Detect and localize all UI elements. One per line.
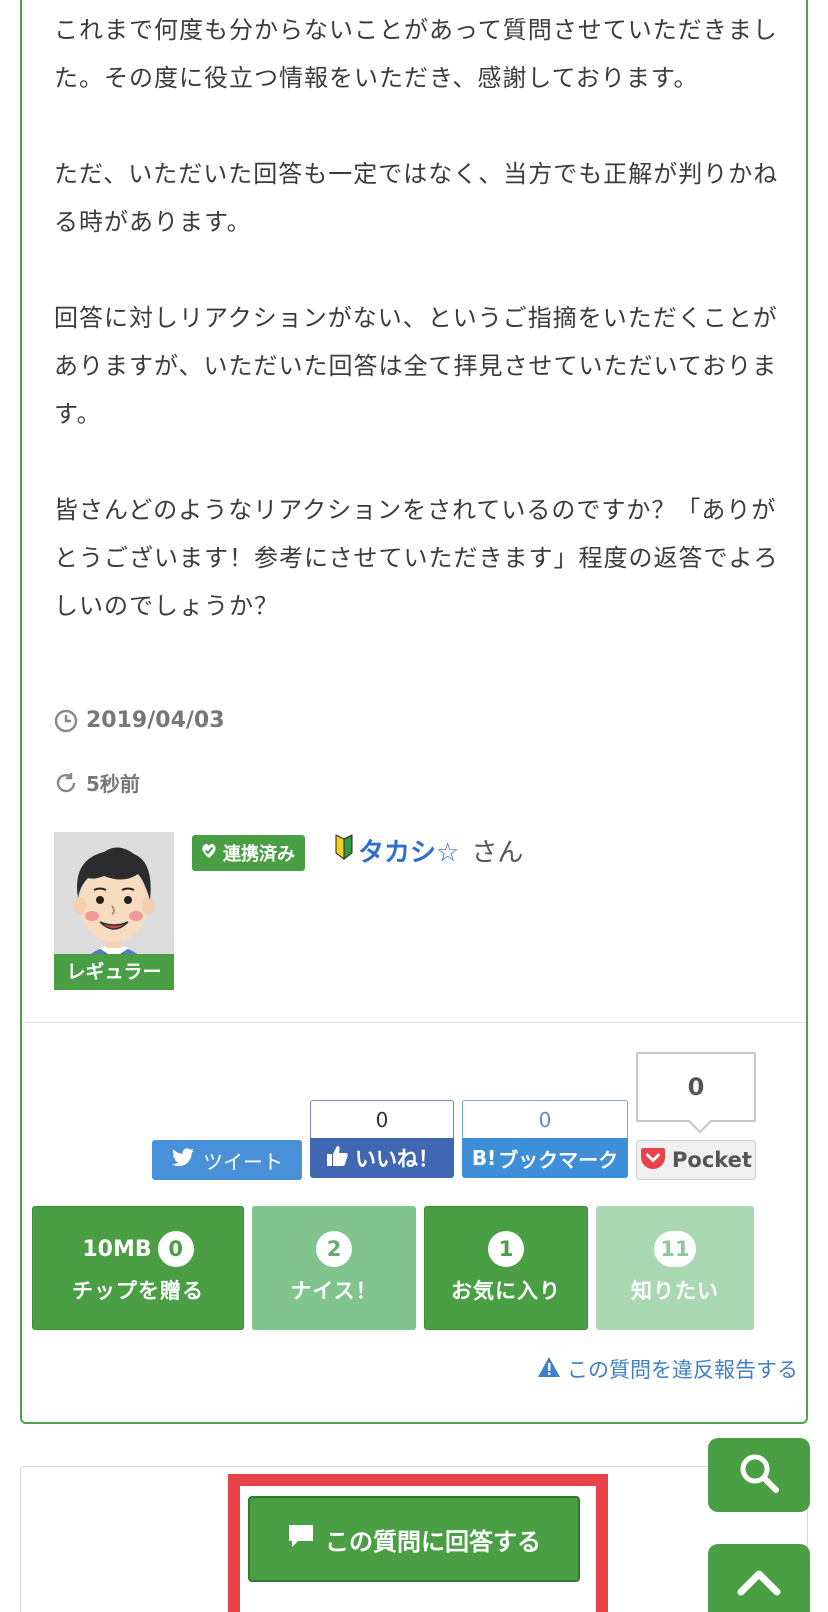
want-to-know-count: 11 [654, 1231, 696, 1267]
pocket-button[interactable]: Pocket [636, 1140, 756, 1180]
clock-icon [54, 709, 78, 733]
beginner-mark-icon [334, 833, 354, 868]
like-button[interactable]: いいね！ [310, 1138, 454, 1178]
pocket-widget: 0 Pocket [636, 1052, 756, 1180]
warning-icon [537, 1356, 561, 1383]
question-body: これまで何度も分からないことがあって質問させていただきました。その度に役立つ情報… [54, 6, 784, 630]
hatena-b-mark: B! [471, 1146, 497, 1170]
pocket-label: Pocket [672, 1148, 752, 1172]
twitter-bird-icon [171, 1147, 195, 1173]
favorite-count: 1 [488, 1231, 524, 1267]
scroll-top-fab[interactable] [708, 1544, 810, 1612]
rank-badge: レギュラー [54, 954, 174, 990]
linked-badge: 連携済み [192, 835, 305, 871]
want-to-know-label: 知りたい [631, 1279, 719, 1303]
hatena-label: ブックマーク [498, 1147, 619, 1172]
chevron-up-icon [735, 1566, 783, 1602]
hatena-count: 0 [462, 1100, 628, 1138]
search-fab[interactable] [708, 1438, 810, 1512]
tweet-button[interactable]: ツイート [152, 1140, 302, 1180]
speech-bubble-icon [287, 1523, 315, 1555]
tweet-label: ツイート [203, 1149, 283, 1174]
pocket-count: 0 [636, 1052, 756, 1122]
tip-count: 0 [157, 1231, 194, 1267]
thumbs-up-icon [325, 1144, 349, 1173]
refresh-icon [54, 771, 78, 795]
report-label: この質問を違反報告する [567, 1358, 798, 1382]
nice-button[interactable]: 2 ナイス！ [252, 1206, 416, 1330]
linked-badge-text: 連携済み [223, 844, 295, 865]
nice-count: 2 [316, 1231, 352, 1267]
question-paragraph-3: 回答に対しリアクションがない、というご指摘をいただくことがありますが、いただいた… [54, 304, 778, 428]
updated-time-text: 5秒前 [86, 772, 140, 796]
search-icon [738, 1452, 780, 1498]
question-paragraph-2: ただ、いただいた回答も一定ではなく、当方でも正解が判りかねる時があります。 [54, 160, 779, 236]
tip-button[interactable]: 10MB 0 チップを贈る [32, 1206, 244, 1330]
updated-time: 5秒前 [54, 768, 140, 797]
tip-label: チップを贈る [72, 1279, 204, 1303]
divider [22, 1022, 806, 1023]
heart-check-icon [200, 842, 218, 865]
answer-button-label: この質問に回答する [325, 1527, 541, 1556]
question-paragraph-4: 皆さんどのようなリアクションをされているのですか？「ありがとうございます！参考に… [54, 496, 779, 620]
posted-date-text: 2019/04/03 [86, 708, 225, 733]
answer-button[interactable]: この質問に回答する [248, 1496, 580, 1582]
user-info: タカシ☆ さん [334, 832, 523, 869]
pocket-icon [640, 1146, 666, 1175]
report-link[interactable]: この質問を違反報告する [537, 1354, 798, 1384]
posted-date: 2019/04/03 [54, 708, 225, 733]
user-honorific: さん [471, 838, 524, 868]
tip-prefix: 10MB [82, 1236, 152, 1262]
hatena-bookmark-button[interactable]: B! ブックマーク [462, 1138, 628, 1178]
facebook-like-widget: 0 いいね！ [310, 1100, 454, 1178]
hatena-bookmark-widget: 0 B! ブックマーク [462, 1100, 628, 1178]
like-count: 0 [310, 1100, 454, 1138]
favorite-button[interactable]: 1 お気に入り [424, 1206, 588, 1330]
like-label: いいね！ [355, 1147, 439, 1171]
user-name-link[interactable]: タカシ☆ [358, 832, 459, 869]
avatar[interactable]: レギュラー [54, 832, 174, 990]
nice-label: ナイス！ [290, 1279, 378, 1303]
favorite-label: お気に入り [451, 1279, 561, 1303]
want-to-know-button[interactable]: 11 知りたい [596, 1206, 754, 1330]
question-paragraph-1: これまで何度も分からないことがあって質問させていただきました。その度に役立つ情報… [54, 16, 778, 92]
